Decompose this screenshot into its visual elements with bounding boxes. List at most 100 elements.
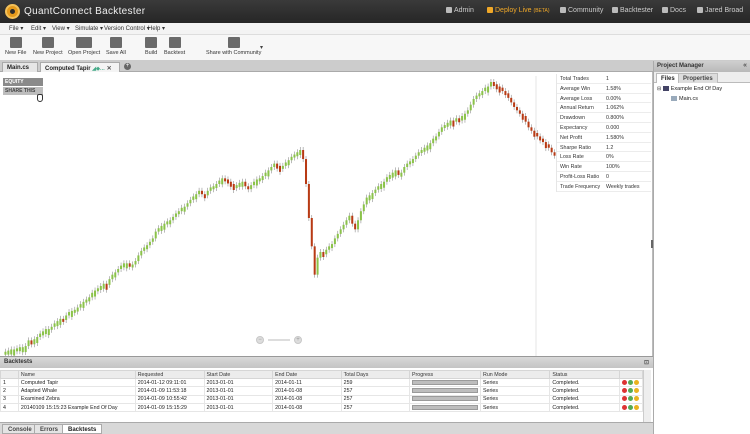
collapse-toggle-icon[interactable]: ⊟ [657, 86, 661, 92]
backtest-total-days: 257 [340, 402, 411, 413]
column-header-total-days[interactable]: Total Days [340, 370, 411, 379]
stat-label: Trade Frequency [560, 183, 601, 190]
candle-bar [56, 321, 59, 327]
tab-main-cs[interactable]: Main.cs [2, 62, 38, 72]
column-header-requested[interactable]: Requested [134, 370, 205, 379]
candle-bar [313, 246, 316, 275]
candle-bar [362, 204, 365, 212]
share-dropdown-arrow-icon[interactable]: ▾ [260, 44, 263, 51]
expand-icon[interactable]: ⊡ [644, 359, 649, 366]
rename-icon[interactable] [627, 379, 633, 385]
candle-bar [68, 312, 71, 316]
backtest-name[interactable]: Adapted Whale [17, 386, 136, 396]
stat-row: Net Profit 1.580% [557, 133, 651, 143]
open-icon[interactable] [633, 396, 639, 402]
candle-bar [403, 167, 406, 173]
column-header-name[interactable]: Name [17, 370, 136, 379]
candle-bar [336, 233, 339, 239]
column-header-status[interactable]: Status [549, 370, 620, 379]
backtest-name[interactable]: Examined Zebra [17, 394, 136, 404]
delete-icon[interactable] [621, 379, 627, 385]
candle-bar [96, 288, 99, 292]
tab-console[interactable]: Console [2, 424, 38, 434]
candle-bar [261, 176, 264, 181]
candle-bar [7, 350, 10, 355]
candle-bar [198, 190, 201, 195]
backtests-scrollbar[interactable] [643, 370, 651, 422]
candle-bar [498, 86, 501, 93]
candle-bar [226, 179, 229, 184]
column-header-start-date[interactable]: Start Date [203, 370, 274, 379]
backtest-name[interactable]: Computed Tapir [17, 377, 136, 388]
save-all-button[interactable]: Save All [106, 37, 126, 56]
candle-bar [550, 147, 553, 153]
delete-icon[interactable] [621, 404, 627, 410]
rename-icon[interactable] [627, 396, 633, 402]
tab-backtests[interactable]: Backtests [62, 424, 103, 434]
candle-bar [507, 93, 510, 98]
column-header-progress[interactable]: Progress [409, 370, 481, 379]
equity-label[interactable]: EQUITY [3, 78, 43, 86]
rename-icon[interactable] [627, 388, 633, 394]
new-file-button[interactable]: New File [5, 37, 26, 56]
candle-bar [250, 185, 253, 190]
tab-computed-tapir[interactable]: Computed Tapir ◢◆… ✕ [40, 62, 120, 72]
open-icon[interactable] [633, 379, 639, 385]
share-with-community-button[interactable]: Share with Community [206, 37, 261, 56]
tab-properties[interactable]: Properties [678, 73, 718, 83]
table-row[interactable]: 2 Adapted Whale 2014-01-09 11:53:18 2013-01… [0, 386, 644, 396]
open-icon[interactable] [633, 404, 639, 410]
candle-bar [504, 91, 507, 96]
candle-bar [160, 225, 163, 231]
tab-errors[interactable]: Errors [34, 424, 65, 434]
tree-project-root[interactable]: ⊟ Example End Of Day [657, 86, 722, 92]
user-icon [697, 7, 703, 13]
backtest-run-mode: Series [479, 394, 551, 404]
nav-docs[interactable]: Docs [662, 7, 686, 14]
build-button[interactable]: Build [145, 37, 157, 56]
menu-version-control[interactable]: Version Control ▾ [104, 25, 150, 32]
candle-bar [186, 203, 189, 207]
file-icon [671, 96, 677, 101]
nav-deploy-live[interactable]: Deploy Live (BETA) [487, 7, 550, 14]
candle-bar [94, 290, 97, 297]
candle-bar [501, 87, 504, 92]
menu-file[interactable]: File ▾ [9, 25, 23, 32]
rename-icon[interactable] [627, 404, 633, 410]
tab-files[interactable]: Files [656, 73, 680, 83]
menu-help[interactable]: Help ▾ [148, 25, 165, 32]
nav-community[interactable]: Community [560, 7, 603, 14]
collapse-icon[interactable]: « [743, 62, 747, 69]
menu-view[interactable]: View ▾ [52, 25, 70, 32]
progress-bar [412, 388, 478, 394]
stat-value: Weekly trades [606, 183, 640, 190]
nav-backtester[interactable]: Backtester [612, 7, 653, 14]
backtest-name[interactable]: 20140109 15:15:23 Example End Of Day [17, 402, 136, 413]
row-index: 1 [0, 377, 19, 388]
delete-icon[interactable] [621, 396, 627, 402]
add-tab-icon[interactable]: + [124, 63, 131, 70]
candle-bar [62, 318, 65, 322]
open-icon[interactable] [633, 388, 639, 394]
column-header-end-date[interactable]: End Date [272, 370, 342, 379]
table-row[interactable]: 3 Examined Zebra 2014-01-09 10:55:42 2013-0… [0, 394, 644, 404]
candle-bar [536, 133, 539, 137]
menu-edit[interactable]: Edit ▾ [31, 25, 46, 32]
nav-user[interactable]: Jared Broad [697, 7, 743, 14]
zoom-in-icon[interactable]: + [294, 336, 302, 344]
backtest-button[interactable]: Backtest [164, 37, 185, 56]
delete-icon[interactable] [621, 388, 627, 394]
candle-bar [547, 144, 550, 148]
column-header-run-mode[interactable]: Run Mode [479, 370, 551, 379]
statistics-table: Total Trades 1 Average Win 1.58% Average Los… [556, 74, 651, 192]
table-row[interactable]: 4 20140109 15:15:23 Example End Of Day 201… [0, 402, 644, 413]
new-project-button[interactable]: New Project [33, 37, 63, 56]
nav-admin[interactable]: Admin [446, 7, 474, 14]
candle-bar [461, 116, 464, 121]
table-row[interactable]: 1 Computed Tapir 2014-01-12 09:11:01 2013-0… [0, 377, 644, 388]
tree-file-main-cs[interactable]: Main.cs [671, 96, 698, 102]
zoom-out-icon[interactable]: − [256, 336, 264, 344]
menu-simulate[interactable]: Simulate ▾ [75, 25, 103, 32]
open-project-button[interactable]: Open Project [68, 37, 100, 56]
zoom-slider[interactable] [268, 339, 290, 341]
